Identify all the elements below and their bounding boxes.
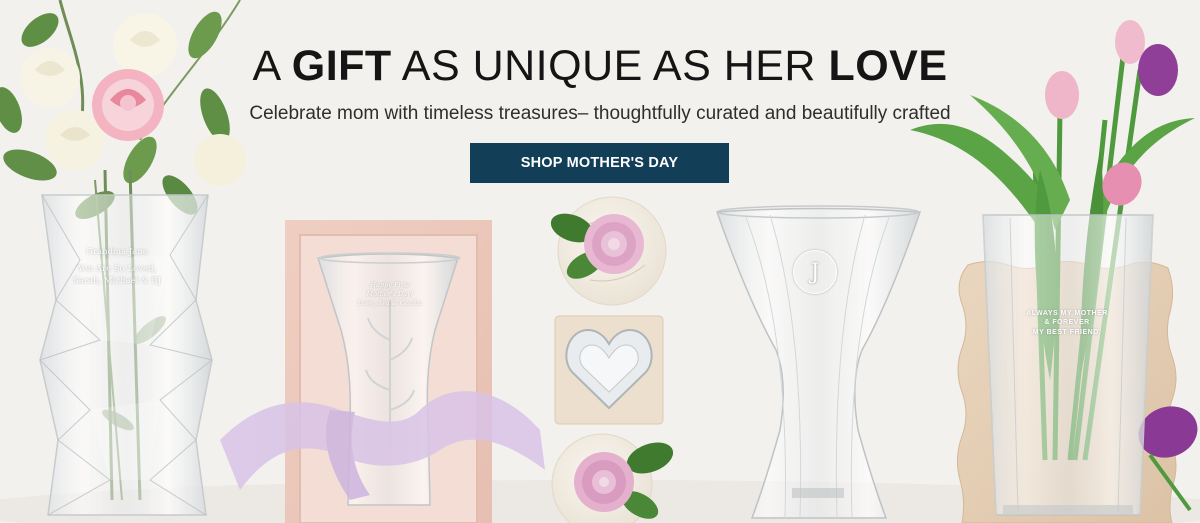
square-vase-engraving-line-2: & FOREVER [1044, 319, 1090, 327]
shop-mothers-day-button[interactable]: SHOP MOTHER'S DAY [470, 143, 729, 183]
monogram-letter: J [810, 259, 820, 285]
left-vase-engraving-line-1: Grandma Jane [86, 247, 148, 257]
frame-vase-engraving-line-1: Happy First [370, 281, 410, 289]
frame-vase-engraving-line-3: Love, Ava & Cecilia [357, 298, 423, 307]
left-vase-engraving-line-3: Sarah, Michael & RJ [72, 275, 162, 286]
headline-emphasis-gift: GIFT [291, 42, 392, 90]
monogram-badge: J [793, 250, 837, 294]
hero-banner[interactable]: A GIFT AS UNIQUE AS HER LOVE Celebrate m… [0, 0, 1200, 523]
headline-emphasis-love: LOVE [828, 42, 948, 90]
square-crystal-vase [982, 214, 1154, 516]
hero-subheadline: Celebrate mom with timeless treasures– t… [249, 103, 951, 124]
faceted-crystal-vase [39, 194, 213, 516]
headline-part-3: AS UNIQUE AS HER [401, 42, 816, 90]
heart-dish-coaster [554, 315, 664, 425]
left-vase-engraving: Grandma Jane You Are So Loved, Sarah, Mi… [62, 247, 172, 287]
headline-part-1: A [252, 42, 280, 90]
frame-vase-engraving: Happy First Mother's Day! Love, Ava & Ce… [350, 281, 430, 307]
square-vase-engraving-line-3: MY BEST FRIEND. [1032, 328, 1102, 336]
square-vase-engraving-line-1: ALWAYS MY MOTHER [1026, 310, 1108, 317]
frame-vase-engraving-line-2: Mother's Day! [366, 289, 414, 298]
square-vase-engraving: ALWAYS MY MOTHER & FOREVER MY BEST FRIEN… [1012, 309, 1122, 337]
left-vase-engraving-line-2: You Are So Loved, [77, 264, 157, 275]
hero-headline: A GIFT AS UNIQUE AS HER LOVE [0, 40, 1200, 92]
